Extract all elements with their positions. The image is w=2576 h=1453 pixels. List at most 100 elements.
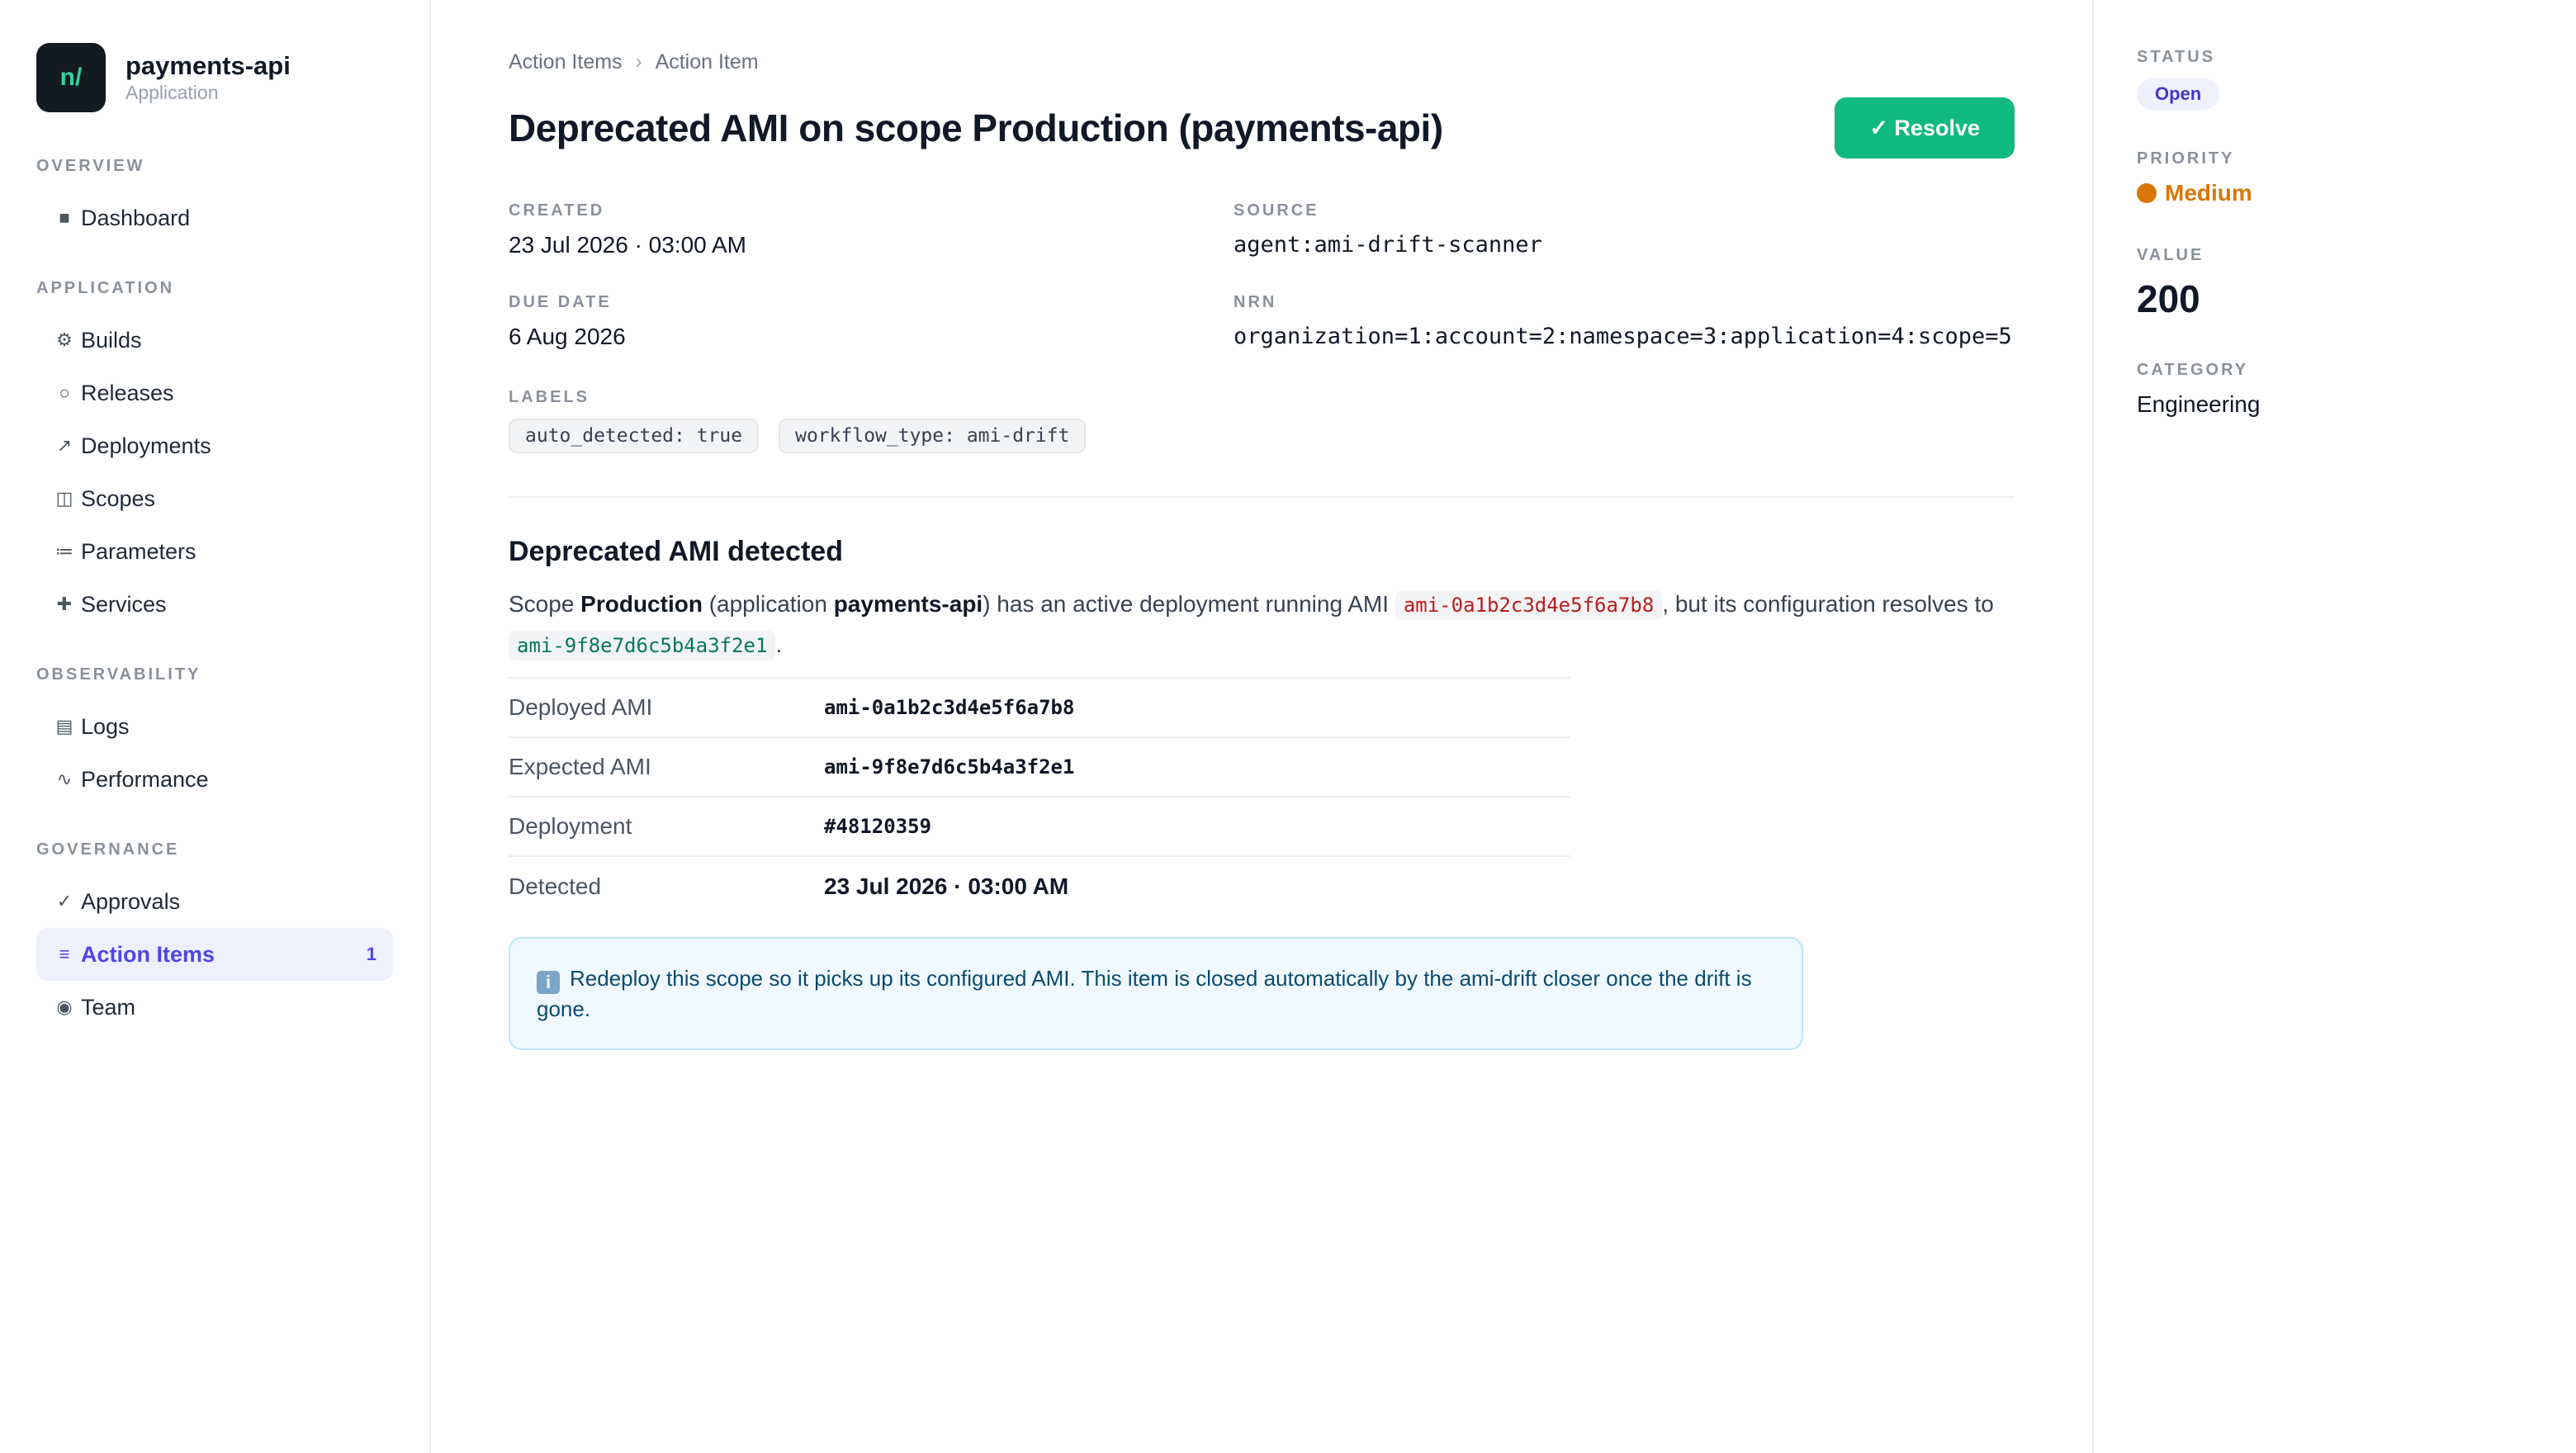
sidebar-item-label: Deployments	[81, 433, 211, 458]
meta-label: LABELS	[509, 388, 590, 406]
detail-description: Scope Production (application payments-a…	[509, 585, 1995, 665]
desc-app: payments-api	[833, 591, 983, 617]
desc-scope: Production	[580, 591, 703, 617]
details-panel: STATUS Open PRIORITY Medium VALUE 200 CA…	[2092, 0, 2576, 1453]
sidebar-item-parameters[interactable]: ≔ Parameters	[36, 525, 393, 578]
row-key: Detected	[509, 873, 602, 899]
priority-dot-icon	[2137, 183, 2157, 203]
sidebar-item-action-items[interactable]: ≡ Action Items 1	[36, 928, 393, 981]
row-key: Expected AMI	[509, 754, 651, 779]
sidebar-item-label: Action Items	[81, 941, 215, 967]
row-value: ami-9f8e7d6c5b4a3f2e1	[824, 755, 1075, 779]
app-name: payments-api	[125, 51, 291, 80]
info-icon: i	[537, 971, 560, 994]
sidebar-item-label: Scopes	[81, 485, 156, 511]
sidebar-item-scopes[interactable]: ◫ Scopes	[36, 472, 393, 525]
value-number: 200	[2137, 277, 2200, 320]
category-value: Engineering	[2137, 391, 2261, 417]
created-value: 23 Jul 2026 · 03:00 AM	[509, 232, 746, 258]
title-row: Deprecated AMI on scope Production (paym…	[509, 97, 2015, 159]
panel-label: STATUS	[2137, 48, 2216, 66]
info-callout: i Redeploy this scope so it picks up its …	[509, 937, 1803, 1050]
sidebar-item-performance[interactable]: ∿ Performance	[36, 753, 393, 806]
nav-section-title: GOVERNANCE	[36, 840, 180, 859]
sidebar-item-team[interactable]: ◉ Team	[36, 981, 393, 1034]
scopes-icon: ◫	[55, 488, 73, 509]
sidebar-item-label: Builds	[81, 327, 142, 353]
label-chips: auto_detected: true workflow_type: ami-d…	[509, 419, 2015, 453]
nrn-value: organization=1:account=2:namespace=3:app…	[1234, 324, 2012, 349]
desc-text: .	[775, 632, 783, 657]
app-logo: n/	[36, 43, 106, 112]
label-chip: workflow_type: ami-drift	[779, 419, 1087, 453]
priority-indicator: Medium	[2137, 180, 2533, 206]
nav-section-overview: OVERVIEW ■ Dashboard	[36, 155, 393, 244]
sidebar-item-label: Services	[81, 591, 167, 617]
info-text: Redeploy this scope so it picks up its c…	[537, 966, 1752, 1021]
meta-grid: CREATED 23 Jul 2026 · 03:00 AM SOURCE ag…	[509, 201, 2015, 350]
sidebar-item-logs[interactable]: ▤ Logs	[36, 700, 393, 753]
chevron-right-icon: ›	[635, 50, 642, 73]
sidebar-item-services[interactable]: ✚ Services	[36, 578, 393, 631]
builds-icon: ⚙	[56, 329, 73, 350]
row-value: #48120359	[824, 815, 932, 838]
deployments-icon: ↗	[56, 435, 73, 456]
table-row: Detected 23 Jul 2026 · 03:00 AM	[509, 856, 1570, 916]
labels-block: LABELS auto_detected: true workflow_type…	[509, 388, 2015, 453]
breadcrumb-link-action-items[interactable]: Action Items	[509, 50, 623, 74]
table-row: Expected AMI ami-9f8e7d6c5b4a3f2e1	[509, 737, 1570, 797]
row-value: ami-0a1b2c3d4e5f6a7b8	[824, 696, 1075, 719]
sidebar-item-approvals[interactable]: ✓ Approvals	[36, 875, 393, 928]
sidebar-item-dashboard[interactable]: ■ Dashboard	[36, 192, 393, 244]
nav-section-title: OBSERVABILITY	[36, 665, 201, 684]
category-block: CATEGORY Engineering	[2137, 361, 2533, 418]
desc-text: ) has an active deployment running AMI	[983, 591, 1395, 617]
sidebar-item-deployments[interactable]: ↗ Deployments	[36, 419, 393, 472]
team-icon: ◉	[56, 996, 73, 1017]
panel-label: VALUE	[2137, 246, 2204, 264]
sidebar-item-label: Team	[81, 994, 136, 1020]
dashboard-icon: ■	[59, 207, 70, 228]
nav-section-application: APPLICATION ⚙ Builds ○ Releases ↗ Deploy…	[36, 277, 393, 631]
meta-due-date: DUE DATE 6 Aug 2026	[509, 293, 1234, 350]
detail-table: Deployed AMI ami-0a1b2c3d4e5f6a7b8 Expec…	[509, 677, 1570, 916]
parameters-icon: ≔	[55, 541, 73, 561]
sidebar-item-label: Dashboard	[81, 205, 191, 230]
performance-icon: ∿	[56, 769, 73, 789]
meta-label: DUE DATE	[509, 293, 612, 311]
app-header[interactable]: n/ payments-api Application	[36, 43, 393, 112]
divider	[509, 496, 2015, 498]
label-chip: auto_detected: true	[509, 419, 760, 453]
priority-value: Medium	[2165, 180, 2252, 206]
sidebar-item-label: Performance	[81, 766, 209, 792]
logs-icon: ▤	[55, 716, 73, 736]
breadcrumb: Action Items › Action Item	[509, 48, 2015, 76]
sidebar-item-label: Releases	[81, 380, 174, 405]
deployed-ami-code: ami-0a1b2c3d4e5f6a7b8	[1395, 590, 1663, 620]
status-block: STATUS Open	[2137, 48, 2533, 110]
breadcrumb-current: Action Item	[655, 50, 759, 73]
table-row: Deployment #48120359	[509, 797, 1570, 856]
nav-section-observability: OBSERVABILITY ▤ Logs ∿ Performance	[36, 664, 393, 806]
desc-text: (application	[702, 591, 834, 617]
meta-source: SOURCE agent:ami-drift-scanner	[1234, 201, 2015, 258]
sidebar-item-builds[interactable]: ⚙ Builds	[36, 314, 393, 367]
sidebar-item-releases[interactable]: ○ Releases	[36, 367, 393, 419]
sidebar-item-label: Parameters	[81, 538, 197, 564]
nav-section-governance: GOVERNANCE ✓ Approvals ≡ Action Items 1 …	[36, 839, 393, 1034]
meta-label: SOURCE	[1234, 201, 1319, 220]
count-badge: 1	[366, 944, 376, 964]
meta-created: CREATED 23 Jul 2026 · 03:00 AM	[509, 201, 1234, 258]
detail-title: Deprecated AMI detected	[509, 536, 843, 567]
desc-text: , but its configuration resolves to	[1662, 591, 1994, 617]
sidebar-item-label: Approvals	[81, 888, 181, 914]
status-badge: Open	[2137, 78, 2220, 110]
panel-label: PRIORITY	[2137, 149, 2235, 168]
row-value: 23 Jul 2026 · 03:00 AM	[824, 873, 1069, 899]
services-icon: ✚	[56, 594, 73, 614]
releases-icon: ○	[59, 382, 70, 403]
resolve-button[interactable]: ✓ Resolve	[1835, 97, 2015, 159]
table-row: Deployed AMI ami-0a1b2c3d4e5f6a7b8	[509, 678, 1570, 737]
meta-label: NRN	[1234, 293, 1277, 311]
nav-section-title: APPLICATION	[36, 279, 175, 297]
